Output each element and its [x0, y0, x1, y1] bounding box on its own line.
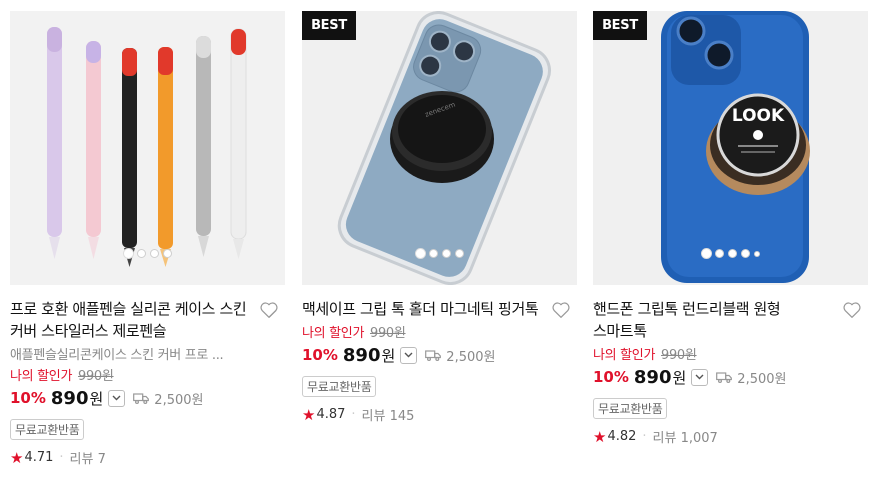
truck-icon: [133, 392, 150, 404]
heart-icon[interactable]: [842, 301, 862, 319]
price-detail-toggle[interactable]: [400, 346, 418, 364]
carousel-dot[interactable]: [428, 249, 438, 258]
separator: ·: [642, 429, 647, 444]
truck-icon: [425, 349, 442, 361]
carousel-dot[interactable]: [136, 249, 146, 258]
review-count[interactable]: 리뷰 7: [70, 448, 106, 467]
look-logo-text: LOOK: [732, 106, 785, 126]
product-image[interactable]: [10, 11, 285, 285]
carousel-dots[interactable]: [302, 249, 577, 258]
rating-score: 4.82: [607, 429, 637, 444]
best-badge: BEST: [302, 11, 356, 40]
discount-rate: 10%: [593, 368, 629, 386]
carousel-dot[interactable]: [753, 251, 760, 257]
free-return-badge: 무료교환반품: [302, 376, 377, 397]
shipping-fee: 2,500원: [133, 389, 203, 408]
carousel-dot[interactable]: [441, 249, 451, 258]
star-icon: ★: [593, 427, 607, 446]
heart-icon[interactable]: [551, 301, 571, 319]
product-title[interactable]: 프로 호환 애플펜슬 실리콘 케이스 스킨 커버 스타일러스 제로펜슬: [10, 298, 255, 342]
price-detail-toggle[interactable]: [691, 368, 709, 386]
review-count[interactable]: 리뷰 1,007: [653, 427, 718, 446]
carousel-dot[interactable]: [714, 249, 724, 258]
price-row: 10% 890 원 2,500원: [593, 366, 868, 388]
heart-icon[interactable]: [259, 301, 279, 319]
rating-score: 4.87: [316, 407, 346, 422]
chevron-down-icon: [404, 352, 413, 358]
star-icon: ★: [302, 405, 316, 424]
carousel-dots[interactable]: [593, 249, 868, 258]
carousel-dots[interactable]: [10, 249, 285, 258]
look-grip-image: LOOK: [593, 11, 868, 285]
rating-row: ★ 4.71 · 리뷰 7: [10, 448, 285, 468]
truck-icon: [716, 371, 733, 383]
carousel-dot[interactable]: [701, 249, 711, 258]
product-image[interactable]: BEST LOOK: [593, 11, 868, 285]
carousel-dot[interactable]: [162, 249, 172, 258]
original-price: 990원: [369, 326, 406, 341]
discount-rate: 10%: [302, 346, 338, 364]
my-price-label: 나의 할인가: [593, 348, 656, 363]
free-return-badge: 무료교환반품: [10, 419, 85, 440]
shipping-fee-value: 2,500원: [737, 371, 787, 387]
price-row: 10% 890 원 2,500원: [302, 344, 577, 366]
my-price: 나의 할인가 990원: [593, 344, 868, 363]
sale-price: 890: [633, 366, 672, 388]
product-card[interactable]: 프로 호환 애플펜슬 실리콘 케이스 스킨 커버 스타일러스 제로펜슬 애플펜슬…: [10, 11, 285, 467]
chevron-down-icon: [695, 374, 704, 380]
price-detail-toggle[interactable]: [108, 389, 126, 407]
product-title[interactable]: 핸드폰 그립톡 런드리블랙 원형 스마트톡: [593, 298, 838, 342]
original-price: 990원: [77, 369, 114, 384]
product-card[interactable]: BEST LOOK 핸드폰 그립톡 런드리블랙 원형 스마트톡 나의 할인가 9…: [593, 11, 868, 446]
product-grid: 프로 호환 애플펜슬 실리콘 케이스 스킨 커버 스타일러스 제로펜슬 애플펜슬…: [10, 11, 870, 491]
sale-price: 890: [50, 387, 89, 409]
carousel-dot[interactable]: [415, 249, 425, 258]
carousel-dot[interactable]: [740, 249, 750, 258]
carousel-dot[interactable]: [454, 249, 464, 258]
original-price: 990원: [660, 348, 697, 363]
carousel-dot[interactable]: [727, 249, 737, 258]
best-badge: BEST: [593, 11, 647, 40]
phone-grip-image: zenecem: [302, 11, 577, 285]
pencil-cases-image: [10, 11, 285, 285]
rating-row: ★ 4.87 · 리뷰 145: [302, 405, 577, 425]
product-title[interactable]: 맥세이프 그립 톡 홀더 마그네틱 핑거톡: [302, 298, 547, 320]
shipping-fee: 2,500원: [425, 346, 495, 365]
review-count[interactable]: 리뷰 145: [362, 405, 415, 424]
my-price: 나의 할인가 990원: [302, 322, 577, 341]
currency: 원: [381, 346, 396, 365]
rating-score: 4.71: [24, 450, 54, 465]
separator: ·: [59, 450, 64, 465]
shipping-fee: 2,500원: [716, 368, 786, 387]
price-row: 10% 890 원 2,500원: [10, 387, 285, 409]
currency: 원: [672, 368, 687, 387]
product-subtitle: 애플펜슬실리콘케이스 스킨 커버 프로 ...: [10, 348, 224, 363]
discount-rate: 10%: [10, 389, 46, 407]
shipping-fee-value: 2,500원: [154, 392, 204, 408]
my-price: 나의 할인가 990원: [10, 365, 285, 384]
carousel-dot[interactable]: [123, 249, 133, 258]
product-image[interactable]: BEST zenecem: [302, 11, 577, 285]
carousel-dot[interactable]: [149, 249, 159, 258]
my-price-label: 나의 할인가: [10, 369, 73, 384]
shipping-fee-value: 2,500원: [446, 349, 496, 365]
star-icon: ★: [10, 448, 24, 467]
currency: 원: [89, 389, 104, 408]
free-return-badge: 무료교환반품: [593, 398, 668, 419]
product-card[interactable]: BEST zenecem 맥세이프 그립 톡 홀더 마그네틱 핑거톡 나의 할인…: [302, 11, 577, 424]
chevron-down-icon: [112, 395, 121, 401]
sale-price: 890: [342, 344, 381, 366]
rating-row: ★ 4.82 · 리뷰 1,007: [593, 427, 868, 447]
separator: ·: [351, 407, 356, 422]
my-price-label: 나의 할인가: [302, 326, 365, 341]
